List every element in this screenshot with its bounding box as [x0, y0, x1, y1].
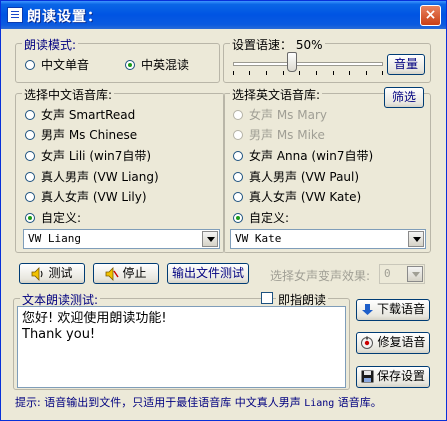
- radio-icon: [233, 110, 243, 120]
- en-voice-custom-select[interactable]: VW Kate: [230, 229, 426, 249]
- female-effect-label: 选择女声变声效果:: [270, 269, 371, 283]
- instant-read-checkbox[interactable]: [261, 292, 273, 304]
- radio-label: 中文单音: [41, 58, 90, 72]
- radio-icon: [233, 151, 243, 161]
- radio-label: 自定义:: [41, 211, 82, 225]
- download-arrow-icon: [361, 304, 373, 315]
- speed-slider-track[interactable]: [233, 62, 383, 66]
- radio-label: 真人男声 (VW Liang): [41, 170, 159, 184]
- filter-button[interactable]: 筛选: [384, 87, 424, 108]
- reading-mode-label: 朗读模式:: [22, 36, 79, 53]
- radio-label: 真人女声 (VW Kate): [249, 190, 362, 204]
- title-bar[interactable]: 朗读设置： ×: [1, 1, 446, 29]
- radio-label: 女声 SmartRead: [41, 108, 136, 122]
- radio-label: 真人男声 (VW Paul): [249, 170, 360, 184]
- radio-selected-icon: [233, 213, 243, 223]
- save-settings-button[interactable]: 保存设置: [356, 366, 430, 388]
- speed-slider-thumb[interactable]: [287, 52, 297, 72]
- test-button-label: 测试: [48, 266, 73, 280]
- speed-label: 设置语速： 50%: [230, 36, 325, 53]
- app-icon: [7, 7, 23, 23]
- radio-label: 女声 Lili (win7自带): [41, 149, 152, 163]
- radio-icon: [233, 130, 243, 140]
- filter-button-label: 筛选: [391, 90, 416, 104]
- stop-button[interactable]: 停止: [93, 263, 159, 284]
- speaker-mute-icon: [106, 266, 120, 281]
- test-button[interactable]: 测试: [19, 263, 85, 284]
- volume-button-label: 音量: [393, 57, 418, 71]
- speaker-icon: [32, 266, 43, 281]
- radio-icon: [25, 192, 35, 202]
- download-voice-button[interactable]: 下载语音: [356, 299, 430, 321]
- save-disk-icon: [361, 370, 374, 383]
- radio-label: 女声 Anna (win7自带): [249, 149, 374, 163]
- chinese-voice-label: 选择中文语音库:: [22, 86, 115, 103]
- radio-icon: [25, 130, 35, 140]
- volume-button[interactable]: 音量: [387, 54, 425, 75]
- chevron-down-icon[interactable]: [407, 266, 423, 282]
- radio-icon: [25, 110, 35, 120]
- close-icon: ×: [424, 7, 437, 23]
- hint-prefix: 提示: 语音输出到文件，只适用于最佳语音库 中文真人男声: [15, 396, 305, 409]
- hint-voice: Liang: [304, 398, 335, 409]
- speed-slider-ticks: [233, 71, 383, 75]
- radio-label: 真人女声 (VW Lily): [41, 190, 147, 204]
- export-test-button[interactable]: 输出文件测试: [167, 263, 249, 284]
- repair-voice-label: 修复语音: [377, 335, 426, 349]
- female-effect-select[interactable]: 0: [379, 264, 425, 284]
- chevron-down-icon[interactable]: [202, 231, 218, 247]
- hint-suffix: 语音库。: [334, 396, 382, 409]
- radio-icon: [25, 172, 35, 182]
- radio-label: 男声 Ms Chinese: [41, 128, 138, 142]
- cn-voice-custom-select[interactable]: VW Liang: [23, 229, 220, 249]
- radio-selected-icon: [125, 60, 135, 70]
- chevron-down-icon[interactable]: [408, 231, 424, 247]
- select-value: 0: [384, 267, 391, 280]
- radio-label: 女声 Ms Mary: [249, 108, 327, 122]
- hint-text: 提示: 语音输出到文件，只适用于最佳语音库 中文真人男声 Liang 语音库。: [15, 394, 382, 410]
- radio-icon: [233, 172, 243, 182]
- radio-label: 男声 Ms Mike: [249, 128, 325, 142]
- radio-selected-icon: [25, 213, 35, 223]
- download-voice-label: 下载语音: [376, 302, 425, 316]
- close-button[interactable]: ×: [420, 5, 441, 26]
- radio-icon: [25, 151, 35, 161]
- select-value: VW Kate: [235, 232, 282, 245]
- stop-button-label: 停止: [122, 266, 147, 280]
- export-test-button-label: 输出文件测试: [171, 266, 244, 280]
- radio-label: 中英混读: [141, 58, 190, 72]
- radio-icon: [25, 60, 35, 70]
- repair-voice-button[interactable]: 修复语音: [356, 332, 430, 354]
- settings-window: 朗读设置： × 朗读模式: 中文单音 中英混读 设置语速： 50% 音量 选择中…: [0, 0, 447, 421]
- english-voice-label: 选择英文语音库:: [230, 86, 323, 103]
- repair-icon: [361, 336, 374, 349]
- radio-label: 自定义:: [249, 211, 290, 225]
- test-text-area[interactable]: 您好! 欢迎使用朗读功能! Thank you!: [17, 306, 346, 388]
- save-settings-label: 保存设置: [376, 369, 425, 383]
- select-value: VW Liang: [28, 232, 81, 245]
- radio-icon: [233, 192, 243, 202]
- window-title: 朗读设置：: [27, 9, 102, 25]
